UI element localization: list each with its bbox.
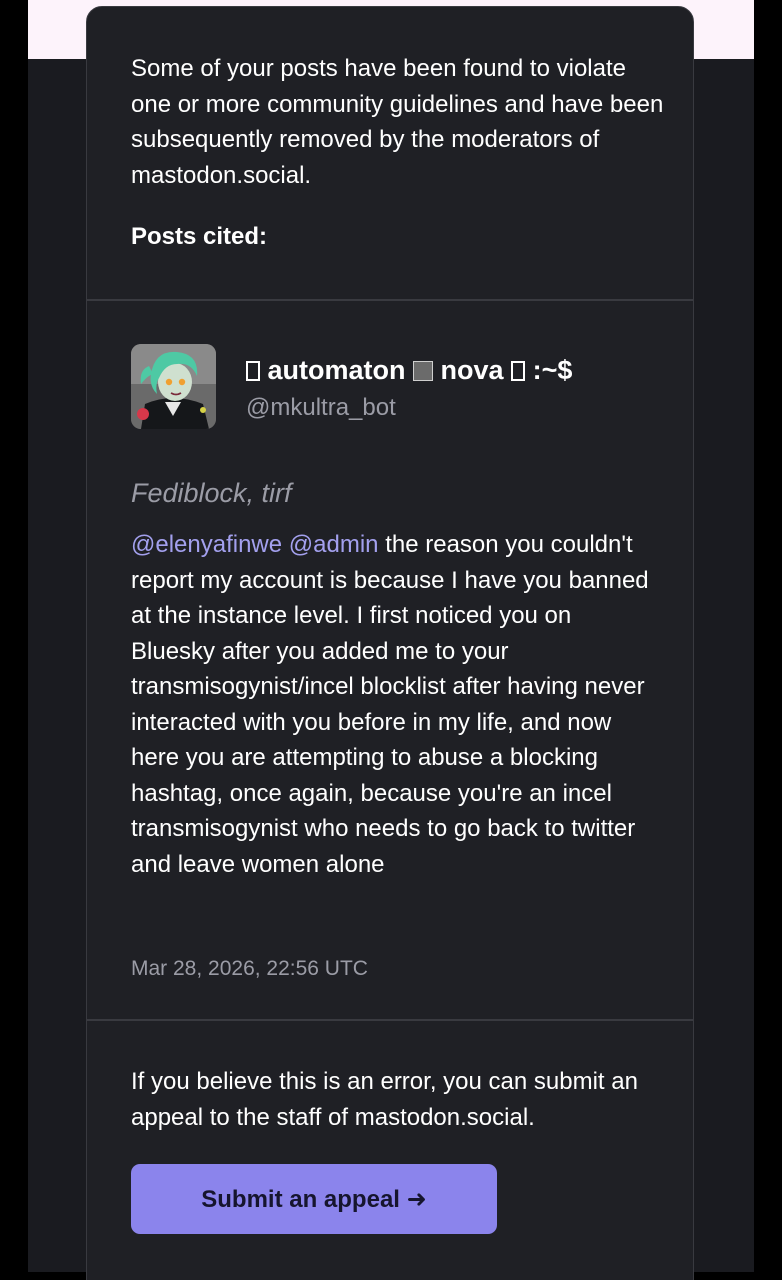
display-name-text: nova: [440, 355, 504, 385]
post-author[interactable]: automaton nova :~$ @mkultra_bot: [246, 352, 666, 426]
avatar[interactable]: [131, 344, 216, 429]
square-emoji-icon: [413, 361, 434, 381]
notice-intro: Some of your posts have been found to vi…: [131, 51, 671, 254]
avatar-illustration-icon: [131, 344, 216, 429]
post-body-text: the reason you couldn't report my accoun…: [131, 531, 649, 878]
notice-intro-text: Some of your posts have been found to vi…: [131, 55, 664, 189]
account-handle: @mkultra_bot: [246, 394, 396, 421]
posts-cited-heading: Posts cited:: [131, 223, 268, 250]
display-name-text: automaton: [267, 355, 406, 385]
screen: Some of your posts have been found to vi…: [0, 0, 782, 1280]
display-name: automaton nova :~$: [246, 352, 666, 388]
moderation-notice-card: Some of your posts have been found to vi…: [86, 6, 694, 1280]
post-timestamp: Mar 28, 2026, 22:56 UTC: [131, 957, 368, 980]
missing-glyph-icon: [511, 361, 526, 381]
divider: [87, 1019, 693, 1021]
post-body: @elenyafinwe @admin the reason you could…: [131, 527, 661, 882]
submit-appeal-button[interactable]: Submit an appeal ➜: [131, 1164, 497, 1234]
appeal-text: If you believe this is an error, you can…: [131, 1068, 638, 1131]
divider: [87, 299, 693, 301]
missing-glyph-icon: [246, 361, 260, 381]
display-name-text: :~$: [532, 355, 573, 385]
content-warning: Fediblock, tirf: [131, 478, 292, 508]
mention-link[interactable]: @admin: [289, 531, 379, 558]
mention-link[interactable]: @elenyafinwe: [131, 531, 282, 558]
appeal-section: If you believe this is an error, you can…: [131, 1064, 671, 1234]
